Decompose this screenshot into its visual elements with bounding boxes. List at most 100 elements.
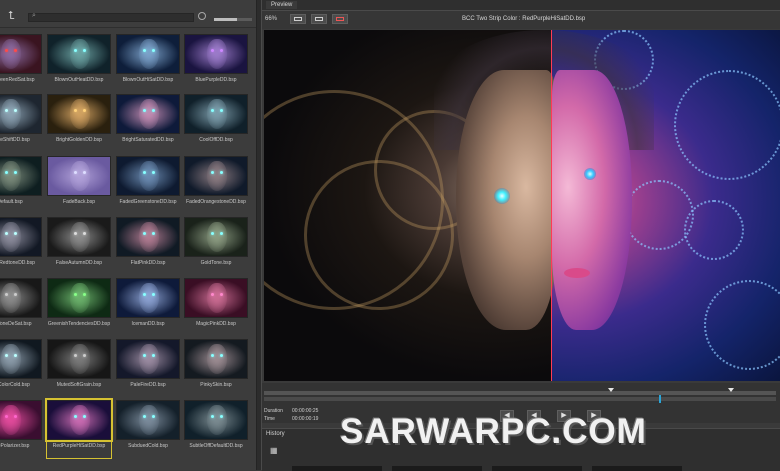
preset-eye <box>14 354 17 357</box>
history-thumb[interactable] <box>392 466 482 471</box>
preset-image <box>116 94 180 134</box>
preset-image <box>116 339 180 379</box>
preset-thumbnail[interactable]: FadedOrangestoneDD.bsp <box>184 156 248 214</box>
preset-label: PaleFireDD.bsp <box>130 382 166 388</box>
in-marker[interactable] <box>608 388 614 392</box>
preset-image <box>0 339 42 379</box>
preset-eye <box>83 354 86 357</box>
preset-eye <box>152 49 155 52</box>
preset-thumbnail[interactable]: SubtleOffDefaultDD.bsp <box>184 400 248 458</box>
search-box[interactable]: ⌕ <box>28 12 194 22</box>
preset-thumbnail[interactable]: SubduedCold.bsp <box>116 400 180 458</box>
preset-face <box>1 222 21 252</box>
preset-eye <box>152 415 155 418</box>
preset-eye <box>220 171 223 174</box>
preset-label: Default.bsp <box>0 199 23 205</box>
preset-label: FadedGreenstoneDD.bsp <box>119 199 177 205</box>
preset-image <box>184 400 248 440</box>
preset-thumbnail[interactable]: BlownOutHeatDD.bsp <box>47 34 111 92</box>
search-input[interactable] <box>43 14 183 21</box>
preset-thumbnail[interactable]: HotColorCold.bsp <box>0 339 42 397</box>
preset-eye <box>83 293 86 296</box>
preset-image <box>116 217 180 257</box>
tab-preview[interactable]: Preview <box>266 1 298 9</box>
preset-thumbnail[interactable]: BrightSaturatedDD.bsp <box>116 94 180 152</box>
preset-face <box>139 283 159 313</box>
preset-thumbnail[interactable]: BrightGoldenDD.bsp <box>47 94 111 152</box>
preset-image <box>184 156 248 196</box>
preset-thumbnail[interactable]: FadedRedtoneDD.bsp <box>0 217 42 275</box>
preset-image <box>0 94 42 134</box>
preset-label: SubtleOffDefaultDD.bsp <box>189 443 243 449</box>
preset-thumbnail[interactable]: FalseAutumnDD.bsp <box>47 217 111 275</box>
view-single-button[interactable] <box>290 14 306 24</box>
preset-eye <box>152 171 155 174</box>
preset-face <box>70 283 90 313</box>
history-thumb[interactable] <box>592 466 682 471</box>
preset-thumbnail[interactable]: RedGreenRedSat.bsp <box>0 34 42 92</box>
history-thumb[interactable] <box>292 466 382 471</box>
preset-thumbnail[interactable]: GreenishTendenciesDD.bsp <box>47 278 111 336</box>
preset-eye <box>211 293 214 296</box>
preset-thumbnail[interactable]: PaleFireDD.bsp <box>116 339 180 397</box>
preset-eye <box>152 232 155 235</box>
preset-thumbnail[interactable]: WhiteShiftDD.bsp <box>0 94 42 152</box>
preset-thumbnail[interactable]: MutedSoftGrain.bsp <box>47 339 111 397</box>
timeline-track[interactable] <box>264 391 776 395</box>
preset-thumbnail[interactable]: FadeBack.bsp <box>47 156 111 214</box>
preset-thumbnail[interactable]: PinkySkin.bsp <box>184 339 248 397</box>
preset-eye <box>152 293 155 296</box>
preset-label: WhiteShiftDD.bsp <box>0 137 30 143</box>
up-folder-icon[interactable]: ⮤ <box>8 11 22 22</box>
preset-eye <box>220 109 223 112</box>
zoom-level[interactable]: 66% <box>265 16 277 22</box>
preset-eye <box>211 354 214 357</box>
preset-image <box>47 34 111 74</box>
preset-thumbnail[interactable]: FlatPinkDD.bsp <box>116 217 180 275</box>
preset-thumbnail[interactable]: RedPurpleHiSatDD.bsp <box>45 398 113 458</box>
preset-eye <box>152 109 155 112</box>
preset-eye <box>143 109 146 112</box>
preset-thumbnail[interactable]: CoolOffDD.bsp <box>184 94 248 152</box>
preset-thumbnail[interactable]: FadedGreenstoneDD.bsp <box>116 156 180 214</box>
preset-eye <box>14 415 17 418</box>
preset-face <box>139 161 159 191</box>
preset-label: BluePurpleDD.bsp <box>195 77 237 83</box>
preset-image <box>47 217 111 257</box>
playhead[interactable] <box>659 395 661 403</box>
preset-image <box>0 34 42 74</box>
preset-image <box>45 398 113 442</box>
preset-label: MagicPinkDD.bsp <box>196 321 236 327</box>
timecode-values: 00:00:00:25 00:00:00:19 <box>292 407 318 423</box>
thumbnail-size-slider[interactable] <box>214 18 252 21</box>
preview-viewer[interactable] <box>264 30 780 381</box>
preset-eye <box>74 49 77 52</box>
preset-face <box>70 161 90 191</box>
preset-thumbnail[interactable]: BluePurpleDD.bsp <box>184 34 248 92</box>
time-value: 00:00:00:19 <box>292 416 319 422</box>
preset-eye <box>5 293 8 296</box>
view-side-button[interactable] <box>311 14 327 24</box>
grid-view-icon[interactable]: ▦ <box>270 446 278 455</box>
preset-thumbnail[interactable]: BluePolarizer.bsp <box>0 400 42 458</box>
tab-history[interactable]: History <box>266 431 285 437</box>
keyframe-track[interactable] <box>264 397 776 401</box>
view-split-button[interactable] <box>332 14 348 24</box>
preset-eye <box>143 293 146 296</box>
preset-label: FadedOrangestoneDD.bsp <box>186 199 246 205</box>
recent-clock-icon[interactable] <box>198 12 206 20</box>
preset-thumbnail[interactable]: HalfToneDeSat.bsp <box>0 278 42 336</box>
preset-thumbnail[interactable]: BlownOutHiSatDD.bsp <box>116 34 180 92</box>
preset-thumbnail[interactable]: MagicPinkDD.bsp <box>184 278 248 336</box>
preset-image <box>0 400 42 440</box>
preset-eye <box>5 109 8 112</box>
preset-thumbnail[interactable]: GoldTone.bsp <box>184 217 248 275</box>
preset-face <box>139 99 159 129</box>
split-line[interactable] <box>551 30 552 381</box>
preset-thumbnail[interactable]: Default.bsp <box>0 156 42 214</box>
preset-face <box>1 344 21 374</box>
preset-thumbnail[interactable]: IcemanDD.bsp <box>116 278 180 336</box>
timecode-labels: Duration Time <box>264 407 283 423</box>
history-thumb[interactable] <box>492 466 582 471</box>
out-marker[interactable] <box>728 388 734 392</box>
